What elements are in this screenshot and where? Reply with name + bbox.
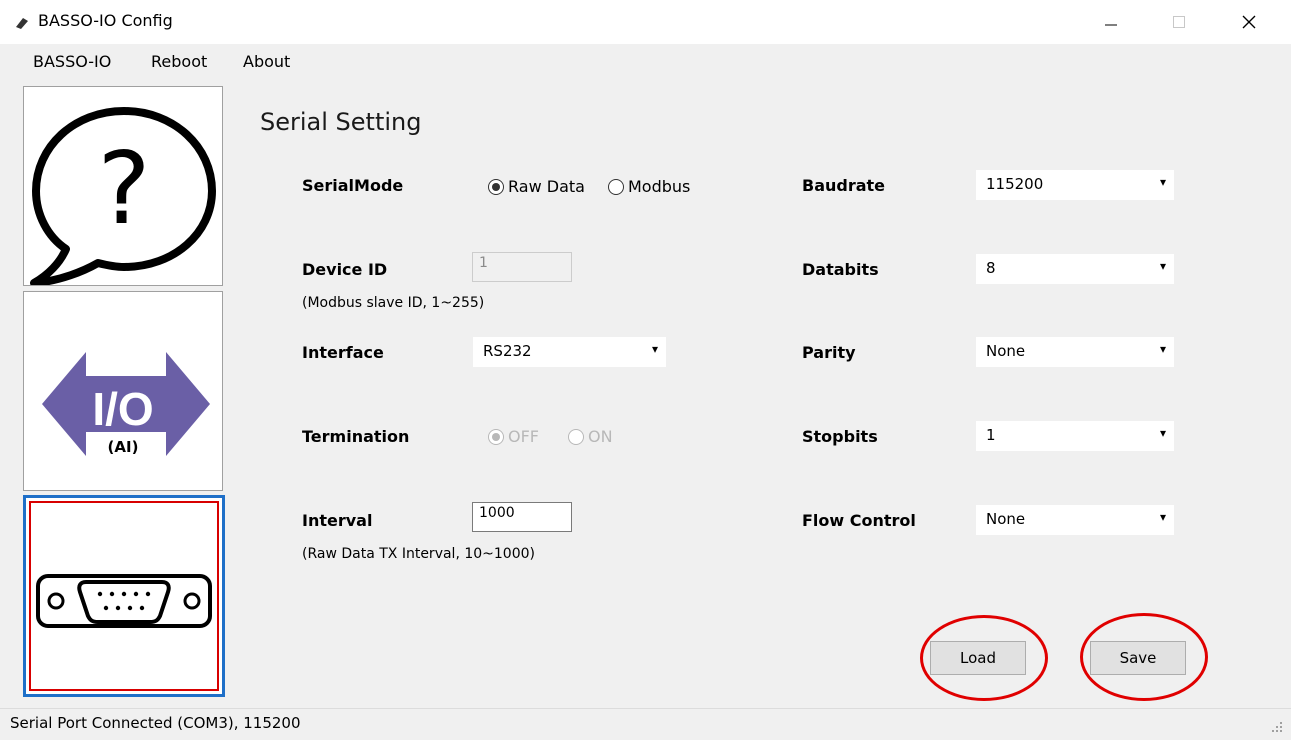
databits-select[interactable]: 8 ▾ bbox=[975, 253, 1175, 285]
load-highlight-circle bbox=[920, 615, 1048, 701]
device-id-field[interactable]: 1 bbox=[472, 252, 572, 282]
databits-select-value: 8 bbox=[986, 259, 996, 277]
flow-control-select[interactable]: None ▾ bbox=[975, 504, 1175, 536]
termination-off-radio[interactable]: OFF bbox=[488, 427, 539, 446]
minimize-button[interactable] bbox=[1082, 0, 1140, 44]
interval-label: Interval bbox=[302, 511, 373, 530]
serial-mode-modbus-radio[interactable]: Modbus bbox=[608, 177, 690, 196]
radio-raw-data[interactable] bbox=[488, 178, 504, 195]
serial-mode-raw-radio[interactable]: Raw Data bbox=[488, 177, 585, 196]
chevron-down-icon: ▾ bbox=[1159, 510, 1166, 524]
device-id-hint: (Modbus slave ID, 1~255) bbox=[302, 295, 485, 311]
menu-about[interactable]: About bbox=[243, 52, 290, 71]
resize-grip-icon[interactable] bbox=[1270, 720, 1284, 734]
interval-field[interactable]: 1000 bbox=[472, 502, 572, 532]
parity-select[interactable]: None ▾ bbox=[975, 336, 1175, 368]
question-bubble-icon: ? bbox=[30, 107, 216, 287]
baudrate-select-value: 115200 bbox=[986, 175, 1044, 193]
status-text: Serial Port Connected (COM3), 115200 bbox=[10, 714, 301, 732]
parity-label: Parity bbox=[802, 343, 856, 362]
radio-on[interactable] bbox=[568, 428, 584, 445]
serial-mode-label: SerialMode bbox=[302, 176, 404, 195]
menu-basso-io[interactable]: BASSO-IO bbox=[33, 52, 111, 71]
parity-select-value: None bbox=[986, 342, 1026, 360]
maximize-button[interactable] bbox=[1150, 0, 1208, 44]
menu-reboot[interactable]: Reboot bbox=[151, 52, 207, 71]
stopbits-label: Stopbits bbox=[802, 427, 878, 446]
stopbits-select-value: 1 bbox=[986, 426, 996, 444]
section-title: Serial Setting bbox=[260, 108, 422, 136]
chevron-down-icon: ▾ bbox=[1159, 426, 1166, 440]
device-id-label: Device ID bbox=[302, 260, 388, 279]
radio-off[interactable] bbox=[488, 428, 504, 445]
io-sub-label: (AI) bbox=[107, 438, 139, 456]
radio-modbus[interactable] bbox=[608, 178, 624, 195]
radio-on-label: ON bbox=[588, 427, 613, 446]
maximize-icon bbox=[1173, 16, 1185, 28]
termination-on-radio[interactable]: ON bbox=[568, 427, 613, 446]
close-icon bbox=[1242, 15, 1256, 29]
save-highlight-circle bbox=[1080, 613, 1208, 701]
databits-label: Databits bbox=[802, 260, 879, 279]
interval-hint: (Raw Data TX Interval, 10~1000) bbox=[302, 546, 535, 562]
radio-modbus-label: Modbus bbox=[628, 177, 691, 196]
app-icon bbox=[16, 18, 28, 29]
baudrate-label: Baudrate bbox=[802, 176, 886, 195]
baudrate-select[interactable]: 115200 ▾ bbox=[975, 169, 1175, 201]
radio-raw-data-label: Raw Data bbox=[508, 177, 585, 196]
sidebar-help-button[interactable]: ? bbox=[23, 86, 223, 287]
minimize-icon bbox=[1105, 24, 1117, 26]
interface-select[interactable]: RS232 ▾ bbox=[472, 336, 667, 368]
chevron-down-icon: ▾ bbox=[651, 342, 658, 356]
db9-connector-icon bbox=[36, 574, 212, 628]
sidebar-io-button[interactable]: I/O (AI) bbox=[23, 291, 223, 491]
interface-label: Interface bbox=[302, 343, 384, 362]
sidebar-serial-button[interactable] bbox=[23, 495, 225, 697]
window-title: BASSO-IO Config bbox=[38, 11, 173, 30]
stopbits-select[interactable]: 1 ▾ bbox=[975, 420, 1175, 452]
close-button[interactable] bbox=[1220, 0, 1278, 44]
io-label: I/O bbox=[92, 383, 154, 435]
chevron-down-icon: ▾ bbox=[1159, 259, 1166, 273]
chevron-down-icon: ▾ bbox=[1159, 175, 1166, 189]
chevron-down-icon: ▾ bbox=[1159, 342, 1166, 356]
interface-select-value: RS232 bbox=[483, 342, 532, 360]
radio-off-label: OFF bbox=[508, 427, 539, 446]
termination-label: Termination bbox=[302, 427, 410, 446]
flow-control-select-value: None bbox=[986, 510, 1026, 528]
svg-text:?: ? bbox=[97, 130, 150, 247]
flow-control-label: Flow Control bbox=[802, 511, 916, 530]
